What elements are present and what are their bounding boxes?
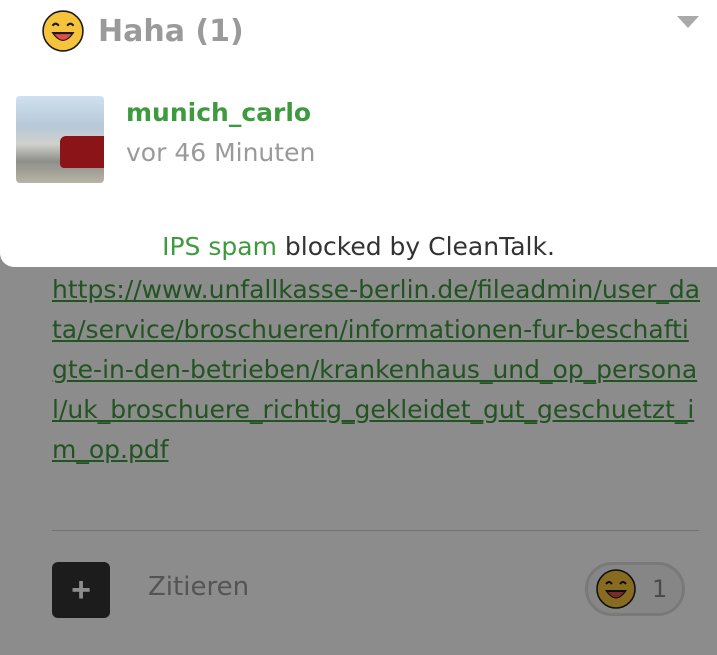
avatar[interactable] (16, 96, 104, 183)
reaction-time: vor 46 Minuten (126, 138, 316, 167)
laughing-emoji-icon (42, 10, 84, 52)
spam-notice: IPS spam blocked by CleanTalk. (0, 232, 717, 261)
spam-notice-text: blocked by CleanTalk. (276, 232, 555, 261)
popup-header: Haha (1) (42, 10, 244, 52)
user-name-link[interactable]: munich_carlo (126, 98, 311, 127)
chevron-down-icon[interactable] (677, 16, 699, 28)
popup-title: Haha (1) (98, 13, 244, 49)
reactions-popup: Haha (1) munich_carlo vor 46 Minuten IPS… (0, 0, 717, 267)
avatar-image (60, 136, 104, 168)
ips-spam-link[interactable]: IPS spam (162, 232, 277, 261)
